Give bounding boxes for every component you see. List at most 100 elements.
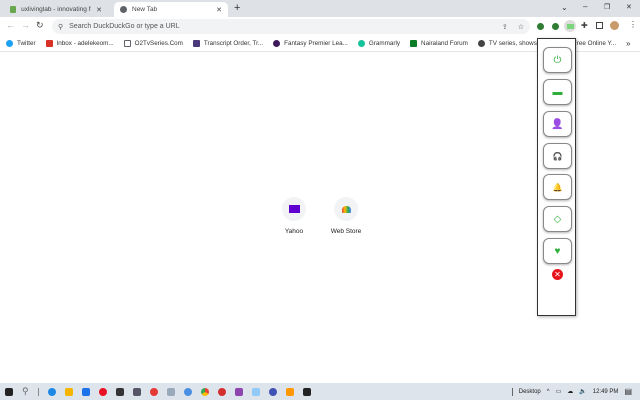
menu-kebab-icon[interactable]: ⋮ bbox=[629, 20, 637, 29]
grammarly-icon bbox=[357, 40, 365, 47]
tab-new-tab[interactable]: New Tab ✕ bbox=[114, 2, 228, 17]
battery-icon[interactable]: ▭ bbox=[556, 388, 562, 395]
close-tab-icon[interactable]: ✕ bbox=[216, 6, 222, 14]
share-icon[interactable]: ⇪ bbox=[502, 23, 508, 31]
app-icon[interactable] bbox=[251, 387, 260, 396]
windows-start-icon[interactable] bbox=[5, 387, 13, 396]
globe-icon bbox=[477, 40, 485, 47]
diamond-icon: ◇ bbox=[553, 213, 562, 225]
omnibox[interactable]: ⚲ Search DuckDuckGo or type a URL ⇪ ☆ bbox=[52, 19, 530, 34]
building-icon bbox=[192, 40, 200, 47]
bookmark-star-icon[interactable]: ☆ bbox=[518, 23, 524, 31]
shortcut-label: Yahoo bbox=[284, 228, 304, 235]
bookmark-label: Fantasy Premier Lea... bbox=[284, 40, 348, 47]
chrome-icon[interactable] bbox=[200, 387, 209, 396]
support-button[interactable]: 🎧 bbox=[543, 143, 572, 169]
profile-avatar[interactable] bbox=[610, 21, 619, 30]
payment-button[interactable]: ▬ bbox=[543, 79, 572, 105]
bookmark-grammarly[interactable]: Grammarly bbox=[357, 40, 400, 47]
extension-icon[interactable] bbox=[552, 23, 559, 30]
bookmark-fpl[interactable]: Fantasy Premier Lea... bbox=[273, 40, 348, 47]
app-icon[interactable] bbox=[183, 387, 192, 396]
tab-title: New Tab bbox=[132, 6, 158, 13]
sublime-icon[interactable] bbox=[285, 387, 294, 396]
chrome-web-store-icon bbox=[334, 197, 358, 221]
volume-icon[interactable]: 🔈 bbox=[579, 388, 586, 395]
extension-popup: ⏻ ▬ 👤 🎧 🔔 ◇ ♥ ✕ bbox=[537, 38, 576, 316]
premium-button[interactable]: ◇ bbox=[543, 206, 572, 232]
profile-button[interactable]: 👤 bbox=[543, 111, 572, 137]
premier-league-icon bbox=[273, 40, 281, 47]
extension-icon[interactable] bbox=[537, 23, 544, 30]
side-panel-icon[interactable] bbox=[596, 22, 603, 29]
power-button[interactable]: ⏻ bbox=[543, 47, 572, 73]
terminal-icon[interactable] bbox=[302, 387, 311, 396]
opera-icon[interactable] bbox=[98, 387, 107, 396]
nairaland-icon bbox=[410, 40, 418, 47]
tab-search-button[interactable]: ⌄ bbox=[561, 3, 568, 12]
cloud-icon[interactable]: ☁ bbox=[567, 388, 573, 395]
close-popup-button[interactable]: ✕ bbox=[552, 269, 563, 280]
bookmark-label: O2TvSeries.Com bbox=[134, 40, 183, 47]
search-icon[interactable]: ⚲ bbox=[22, 386, 29, 397]
chevron-up-icon[interactable]: ^ bbox=[547, 389, 550, 395]
user-icon: 👤 bbox=[551, 118, 564, 130]
tab-uxlivinglab[interactable]: uxlivinglab - innovating from pe... ✕ bbox=[4, 2, 108, 17]
app-icon[interactable] bbox=[149, 387, 158, 396]
reload-button[interactable]: ↻ bbox=[36, 20, 44, 31]
close-icon: ✕ bbox=[554, 270, 561, 279]
shortcut-label: Web Store bbox=[330, 228, 362, 235]
twitter-icon bbox=[6, 40, 13, 47]
system-tray: Desktop ^ ▭ ☁ 🔈 12:49 PM ▤ bbox=[511, 383, 632, 400]
power-icon: ⏻ bbox=[553, 54, 562, 66]
notifications-button[interactable]: 🔔 bbox=[543, 174, 572, 200]
mail-icon[interactable] bbox=[81, 387, 90, 396]
hand-heart-icon: ♥ bbox=[554, 245, 561, 257]
shortcut-web-store[interactable]: Web Store bbox=[326, 197, 366, 235]
active-extension-button[interactable] bbox=[564, 20, 576, 32]
extensions-puzzle-icon[interactable]: ✚ bbox=[581, 21, 588, 30]
bookmark-transcript[interactable]: Transcript Order, Tr... bbox=[192, 40, 263, 47]
minimize-button[interactable]: – bbox=[583, 2, 587, 11]
bookmark-nairaland[interactable]: Nairaland Forum bbox=[410, 40, 468, 47]
globe-icon bbox=[120, 6, 127, 13]
bookmark-label: Nairaland Forum bbox=[421, 40, 468, 47]
app-icon[interactable] bbox=[132, 387, 141, 396]
o2tv-icon bbox=[123, 40, 131, 47]
task-view-icon[interactable] bbox=[37, 387, 39, 396]
restore-button[interactable]: ❐ bbox=[604, 3, 610, 11]
new-tab-button[interactable]: + bbox=[234, 2, 240, 14]
edge-icon[interactable] bbox=[47, 387, 56, 396]
app-icon[interactable] bbox=[217, 387, 226, 396]
forward-button[interactable]: → bbox=[21, 20, 30, 30]
tab-strip: uxlivinglab - innovating from pe... ✕ Ne… bbox=[0, 0, 640, 17]
site-favicon-icon bbox=[10, 6, 17, 13]
bookmarks-overflow-button[interactable]: » bbox=[626, 39, 630, 48]
clock[interactable]: 12:49 PM bbox=[593, 389, 619, 395]
desktop-toolbar[interactable]: Desktop bbox=[519, 389, 541, 395]
app-icon[interactable] bbox=[166, 387, 175, 396]
bookmark-twitter[interactable]: Twitter bbox=[6, 40, 36, 47]
close-tab-icon[interactable]: ✕ bbox=[96, 6, 102, 14]
notifications-icon[interactable]: ▤ bbox=[624, 387, 632, 396]
close-window-button[interactable]: ✕ bbox=[626, 3, 632, 11]
bookmark-gmail[interactable]: Inbox - adelekeom... bbox=[45, 40, 114, 47]
visual-studio-icon[interactable] bbox=[234, 387, 243, 396]
donate-button[interactable]: ♥ bbox=[543, 238, 572, 264]
bookmark-label: Twitter bbox=[17, 40, 36, 47]
search-icon: ⚲ bbox=[58, 23, 64, 31]
bookmark-label: Inbox - adelekeom... bbox=[56, 40, 114, 47]
bookmark-label: Free Online Y... bbox=[572, 40, 617, 47]
yahoo-mail-icon bbox=[282, 197, 306, 221]
tab-title: uxlivinglab - innovating from pe... bbox=[21, 6, 91, 13]
extension-logo-icon bbox=[566, 23, 574, 29]
file-explorer-icon[interactable] bbox=[64, 387, 73, 396]
bookmark-o2tvseries[interactable]: O2TvSeries.Com bbox=[123, 40, 183, 47]
app-icon[interactable] bbox=[115, 387, 124, 396]
app-icon[interactable] bbox=[268, 387, 277, 396]
divider bbox=[511, 387, 513, 396]
back-button[interactable]: ← bbox=[6, 20, 15, 30]
omnibox-placeholder: Search DuckDuckGo or type a URL bbox=[69, 23, 180, 30]
shortcut-yahoo[interactable]: Yahoo bbox=[279, 197, 309, 235]
gmail-icon bbox=[45, 40, 53, 47]
